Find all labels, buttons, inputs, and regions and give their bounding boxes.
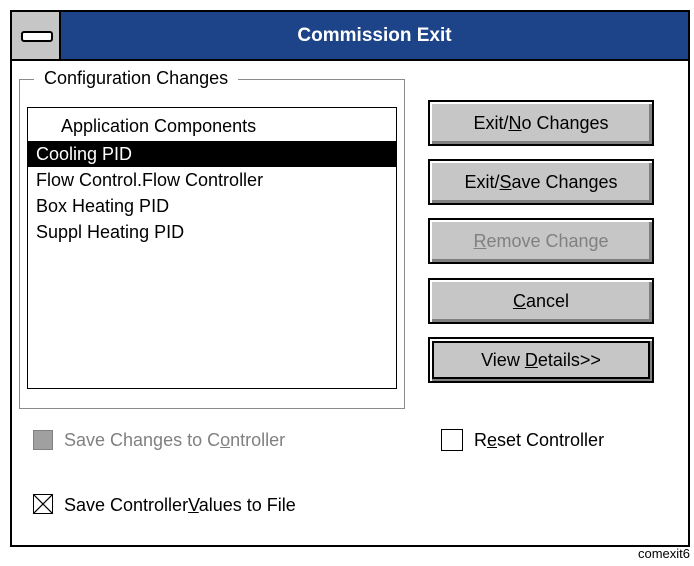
view-details-button[interactable]: View Details>>: [428, 337, 654, 383]
button-mnemonic: D: [524, 350, 538, 370]
button-label-part: o Changes: [521, 113, 609, 133]
checkbox-mnemonic: e: [487, 430, 498, 450]
checkbox-mnemonic: V: [188, 495, 199, 515]
remove-change-button[interactable]: Remove Change: [428, 218, 654, 264]
group-legend: Configuration Changes: [34, 67, 239, 89]
checkbox-label-part: ntroller: [230, 430, 286, 450]
figure-caption: comexit6: [637, 546, 690, 561]
checkbox-label-part: Save Changes to C: [64, 430, 221, 450]
title-bar: Commission Exit: [12, 12, 688, 61]
list-item[interactable]: Flow Control.Flow Controller: [28, 167, 396, 193]
checkbox-label-part: R: [474, 430, 487, 450]
cancel-button[interactable]: Cancel: [428, 278, 654, 324]
checkmark-x-icon: [34, 495, 52, 513]
exit-save-changes-button[interactable]: Exit/Save Changes: [428, 159, 654, 205]
button-label-part: Exit/: [473, 113, 509, 133]
save-values-to-file-checkbox[interactable]: [33, 494, 53, 514]
save-changes-to-controller-label: Save Changes to Controller: [64, 429, 285, 451]
button-label-part: ancel: [525, 291, 570, 311]
button-mnemonic: S: [499, 172, 512, 192]
system-menu-icon: [21, 31, 53, 42]
button-mnemonic: R: [473, 231, 487, 251]
reset-controller-label: Reset Controller: [474, 429, 604, 451]
list-header: Application Components: [61, 116, 257, 136]
button-label-part: ave Changes: [511, 172, 618, 192]
save-values-to-file-label: Save ControllerValues to File: [64, 494, 296, 516]
button-label-part: etails>>: [537, 350, 601, 370]
list-item[interactable]: Suppl Heating PID: [28, 219, 396, 245]
button-label-part: Exit/: [464, 172, 500, 192]
window-title: Commission Exit: [297, 25, 452, 46]
list-item[interactable]: Cooling PID: [28, 141, 396, 167]
save-changes-to-controller-checkbox[interactable]: [33, 430, 53, 450]
system-menu-button[interactable]: [12, 12, 61, 59]
exit-no-changes-button[interactable]: Exit/No Changes: [428, 100, 654, 146]
checkbox-label-part: alues to File: [198, 495, 296, 515]
reset-controller-checkbox[interactable]: [441, 429, 463, 451]
list-item[interactable]: Box Heating PID: [28, 193, 396, 219]
button-label-part: View: [481, 350, 525, 370]
application-components-list[interactable]: Application Components Cooling PID Flow …: [27, 107, 397, 389]
button-mnemonic: N: [508, 113, 522, 133]
button-mnemonic: C: [512, 291, 526, 311]
checkbox-label-part: set Controller: [497, 430, 605, 450]
checkbox-mnemonic: o: [220, 430, 231, 450]
checkbox-label-part: Save Controller: [64, 495, 189, 515]
button-label-part: emove Change: [486, 231, 609, 251]
